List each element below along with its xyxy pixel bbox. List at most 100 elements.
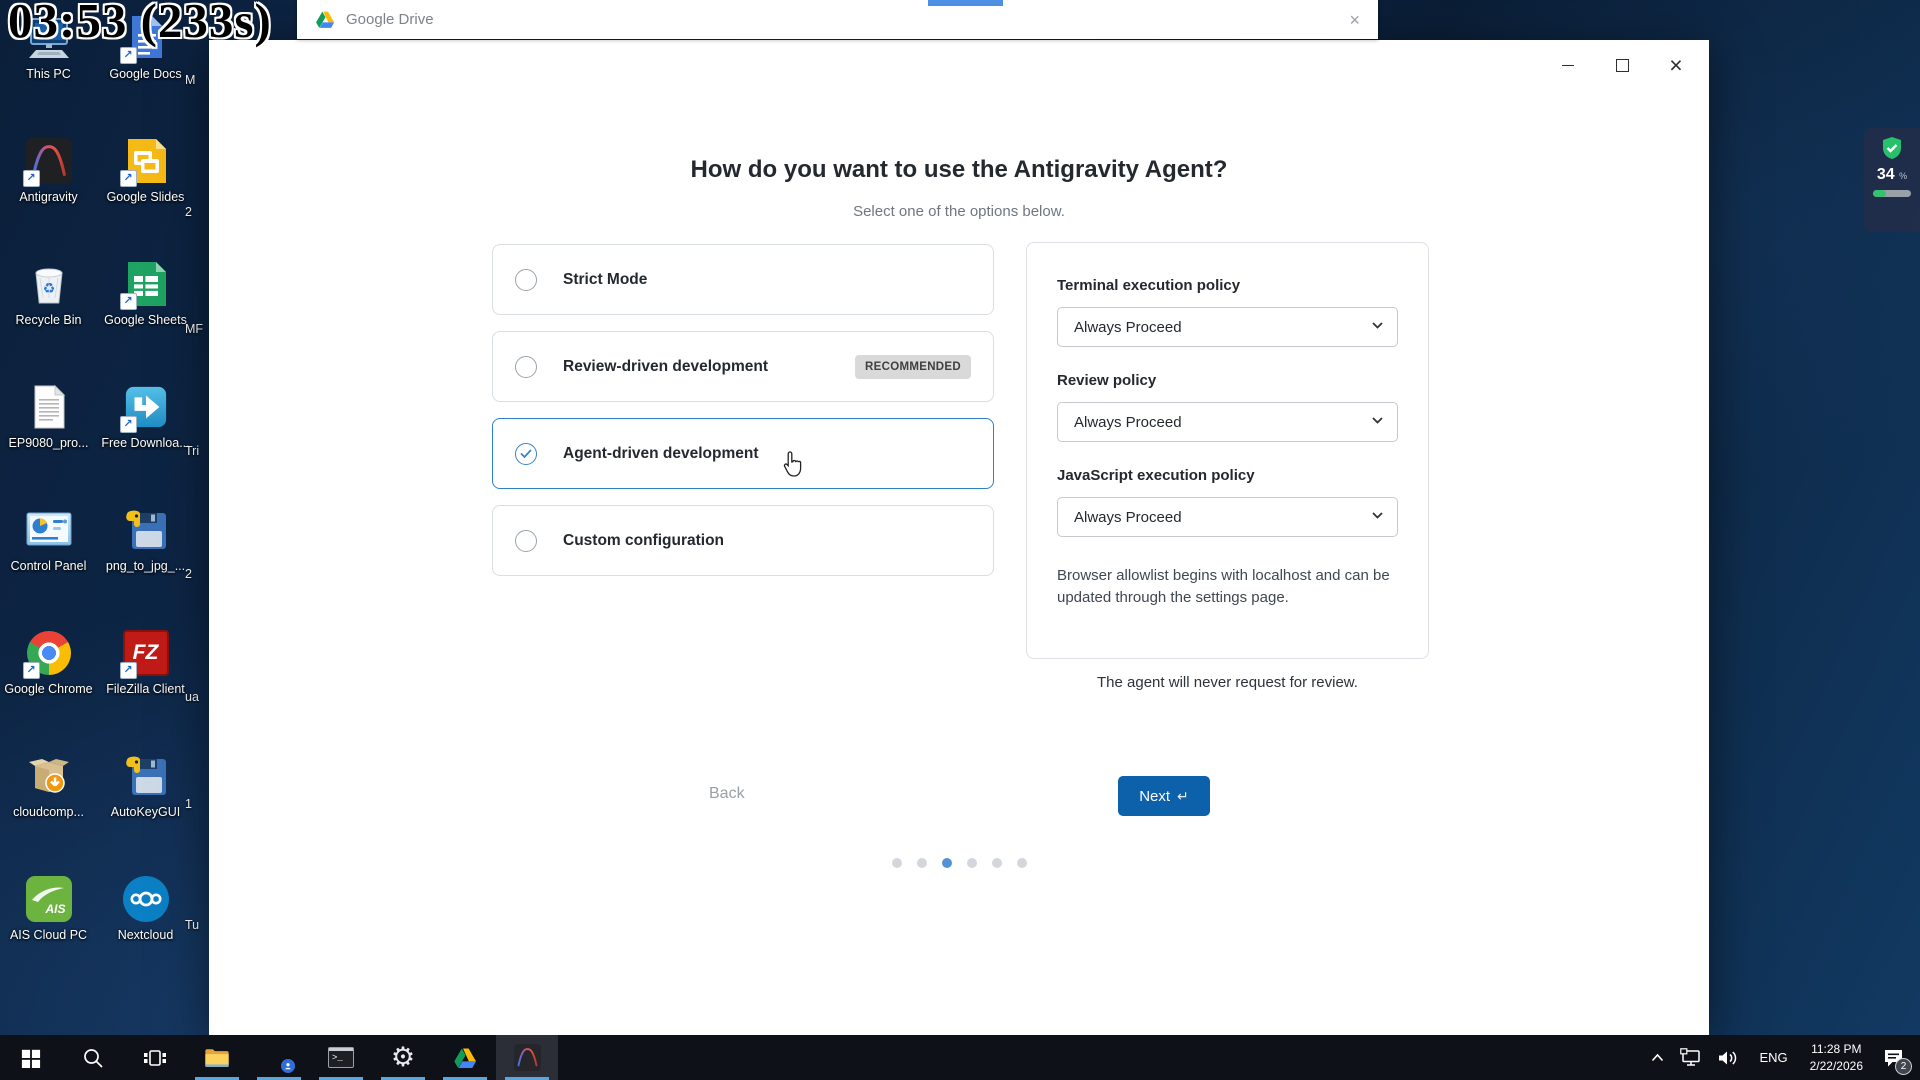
widget-percent-value: 34 — [1877, 166, 1895, 183]
allowlist-note: Browser allowlist begins with localhost … — [1057, 565, 1398, 609]
edge-icon-fragment: Tu — [185, 918, 208, 932]
chrome-icon — [266, 1045, 292, 1071]
task-view-button[interactable] — [124, 1035, 186, 1080]
system-tray: ENG 11:28 PM 2/22/2026 2 — [1643, 1035, 1920, 1080]
field-label: JavaScript execution policy — [1057, 467, 1398, 484]
desktop-icon-nextcloud[interactable]: Nextcloud — [97, 869, 194, 992]
desktop-icon-google-slides[interactable]: ↗ Google Slides — [97, 131, 194, 254]
review-policy-select[interactable]: Always Proceed — [1057, 402, 1398, 442]
widget-percent-unit: % — [1899, 171, 1907, 181]
chevron-down-icon — [1372, 417, 1383, 424]
filezilla-icon: FZ ↗ — [122, 629, 170, 677]
option-strict-mode[interactable]: Strict Mode — [492, 244, 994, 315]
desktop-icon-control-panel[interactable]: Control Panel — [0, 500, 97, 623]
edge-icon-fragment: M — [185, 73, 208, 87]
desktop-icon-label: AIS Cloud PC — [10, 928, 87, 944]
desktop-icon-antigravity[interactable]: ↗ Antigravity — [0, 131, 97, 254]
speaker-icon[interactable] — [1709, 1035, 1747, 1080]
taskbar-search-button[interactable] — [62, 1035, 124, 1080]
floppy-script-icon — [122, 752, 170, 800]
desktop-icon-filezilla[interactable]: FZ ↗ FileZilla Client — [97, 623, 194, 746]
desktop-icon-png-to-jpg[interactable]: png_to_jpg_... — [97, 500, 194, 623]
desktop-icon-label: This PC — [26, 67, 70, 83]
desktop-icon-label: cloudcomp... — [13, 805, 84, 821]
antigravity-icon — [514, 1044, 541, 1071]
shortcut-arrow-icon: ↗ — [120, 416, 137, 433]
option-custom-configuration[interactable]: Custom configuration — [492, 505, 994, 576]
pagination-dot[interactable] — [967, 858, 977, 868]
tray-chevron-up-icon[interactable] — [1643, 1035, 1672, 1080]
option-review-driven[interactable]: Review-driven development RECOMMENDED — [492, 331, 994, 402]
shield-check-icon — [1881, 136, 1903, 160]
desktop-icon-label: Free Downloa... — [101, 436, 189, 452]
taskbar-settings[interactable]: ⚙ — [372, 1035, 434, 1080]
shortcut-arrow-icon: ↗ — [120, 662, 137, 679]
back-button[interactable]: Back — [709, 785, 745, 803]
recycle-bin-icon: ♻ — [25, 260, 73, 308]
desktop-icon-label: FileZilla Client — [106, 682, 185, 698]
file-explorer-icon — [204, 1047, 230, 1069]
desktop-icon-google-sheets[interactable]: ↗ Google Sheets — [97, 254, 194, 377]
desktop-icon-label: Nextcloud — [118, 928, 174, 944]
control-panel-icon — [25, 506, 73, 554]
security-status-widget[interactable]: 34 % — [1864, 128, 1920, 232]
recommended-badge: RECOMMENDED — [855, 355, 971, 379]
chevron-down-icon — [1372, 322, 1383, 329]
shortcut-arrow-icon: ↗ — [120, 170, 137, 187]
pagination-dot[interactable] — [892, 858, 902, 868]
pagination-dot[interactable] — [917, 858, 927, 868]
clock[interactable]: 11:28 PM 2/22/2026 — [1800, 1041, 1873, 1073]
radio-unselected-icon — [515, 356, 537, 378]
window-controls: × — [1551, 50, 1693, 80]
widget-progress-bar — [1873, 190, 1911, 197]
maximize-button[interactable] — [1605, 50, 1639, 80]
desktop-icon-ep9080-document[interactable]: EP9080_pro... — [0, 377, 97, 500]
taskbar-terminal[interactable]: >_ — [310, 1035, 372, 1080]
task-view-icon — [143, 1048, 167, 1068]
shortcut-arrow-icon: ↗ — [23, 662, 40, 679]
desktop-icon-label: AutoKeyGUI — [111, 805, 180, 821]
shortcut-arrow-icon: ↗ — [23, 170, 40, 187]
text-document-icon — [25, 383, 73, 431]
minimize-button[interactable] — [1551, 50, 1585, 80]
pagination-dots — [209, 858, 1709, 868]
language-indicator[interactable]: ENG — [1747, 1050, 1799, 1065]
shortcut-arrow-icon: ↗ — [120, 47, 137, 64]
toast-close-icon[interactable]: × — [1349, 11, 1360, 29]
taskbar-antigravity-active[interactable] — [496, 1035, 558, 1080]
taskbar-google-drive[interactable] — [434, 1035, 496, 1080]
window-close-button[interactable]: × — [1659, 50, 1693, 80]
pagination-dot[interactable] — [1017, 858, 1027, 868]
desktop-icon-cloudcomp[interactable]: cloudcomp... — [0, 746, 97, 869]
javascript-policy-select[interactable]: Always Proceed — [1057, 497, 1398, 537]
notification-count-badge: 2 — [1895, 1058, 1912, 1075]
start-button[interactable] — [0, 1035, 62, 1080]
network-icon[interactable] — [1672, 1035, 1709, 1080]
desktop-icon-autokeygui[interactable]: AutoKeyGUI — [97, 746, 194, 869]
desktop-icon-recycle-bin[interactable]: ♻ Recycle Bin — [0, 254, 97, 377]
taskbar-file-explorer[interactable] — [186, 1035, 248, 1080]
session-timer-overlay: 03:53 (233s) — [8, 0, 272, 49]
desktop-icon-label: Recycle Bin — [16, 313, 82, 329]
desktop-icon-free-download-manager[interactable]: ↗ Free Downloa... — [97, 377, 194, 500]
antigravity-setup-window: × How do you want to use the Antigravity… — [209, 40, 1709, 1035]
option-agent-driven[interactable]: Agent-driven development — [492, 418, 994, 489]
action-center-button[interactable]: 2 — [1873, 1035, 1920, 1080]
pagination-dot-active[interactable] — [942, 858, 952, 868]
chevron-down-icon — [1372, 512, 1383, 519]
taskbar-chrome[interactable] — [248, 1035, 310, 1080]
free-download-manager-icon: ↗ — [122, 383, 170, 431]
radio-selected-icon — [515, 443, 537, 465]
tray-date: 2/22/2026 — [1810, 1059, 1863, 1073]
next-button[interactable]: Next ↵ — [1118, 776, 1210, 816]
google-drive-toast[interactable]: Google Drive × — [297, 0, 1378, 39]
top-blue-strip — [928, 0, 1003, 6]
desktop-icon-google-chrome[interactable]: ↗ Google Chrome — [0, 623, 97, 746]
terminal-policy-select[interactable]: Always Proceed — [1057, 307, 1398, 347]
mode-options-list: Strict Mode Review-driven development RE… — [492, 244, 994, 592]
desktop-icon-label: Google Docs — [109, 67, 181, 83]
tray-time: 11:28 PM — [1811, 1042, 1861, 1056]
pagination-dot[interactable] — [992, 858, 1002, 868]
desktop-icon-grid: This PC ↗ Google Docs ↗ Antigravity ↗ Go… — [0, 8, 194, 992]
desktop-icon-ais-cloud-pc[interactable]: AIS AIS Cloud PC — [0, 869, 97, 992]
